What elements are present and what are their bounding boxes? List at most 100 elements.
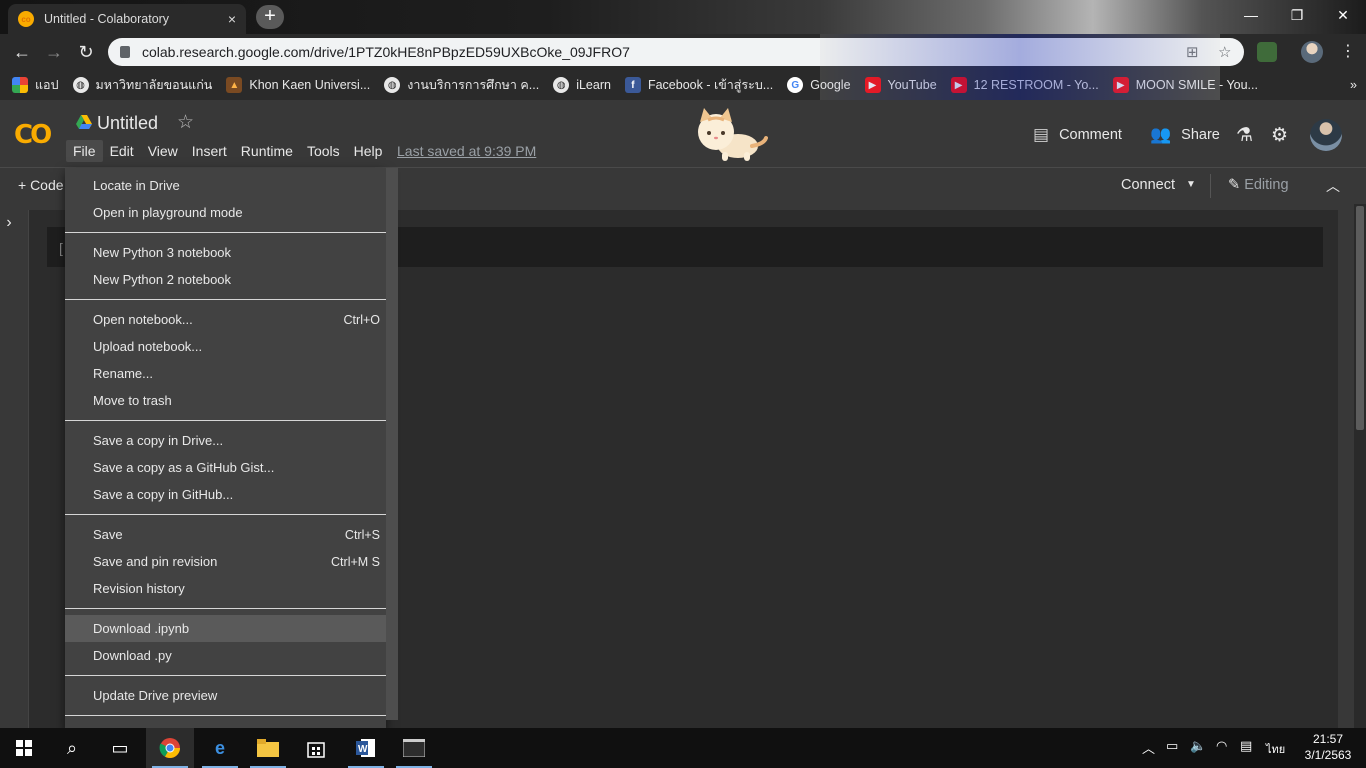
colab-favicon-icon: co bbox=[18, 11, 34, 27]
bookmark-facebook[interactable]: f Facebook - เข้าสู่ระบ... bbox=[624, 75, 774, 95]
menu-item-revision-history[interactable]: Revision history bbox=[65, 575, 386, 602]
show-hidden-icons-icon[interactable]: ︿ bbox=[1142, 738, 1155, 757]
menu-file[interactable]: File bbox=[66, 140, 103, 162]
restore-button[interactable]: ❐ bbox=[1274, 0, 1320, 30]
action-center-icon[interactable]: ▤ bbox=[1240, 738, 1252, 754]
menu-item-move-to-trash[interactable]: Move to trash bbox=[65, 387, 386, 414]
menu-runtime[interactable]: Runtime bbox=[234, 140, 300, 162]
menu-item-download-ipynb[interactable]: Download .ipynb bbox=[65, 615, 386, 642]
menu-item-label: Save a copy in GitHub... bbox=[93, 487, 234, 502]
close-window-button[interactable]: ✕ bbox=[1320, 0, 1366, 30]
back-button[interactable]: ← bbox=[10, 40, 34, 64]
bookmark-moon-smile[interactable]: ▶ MOON SMILE - You... bbox=[1112, 77, 1258, 93]
cat-mascot-image bbox=[698, 108, 768, 161]
file-menu-scrollbar[interactable] bbox=[386, 168, 398, 720]
store-taskbar-icon[interactable] bbox=[292, 728, 340, 768]
colab-header: CO Untitled ☆ File Edit View Insert Runt… bbox=[0, 100, 1366, 168]
browser-tab-strip: co Untitled - Colaboratory × + — ❐ ✕ bbox=[0, 0, 1366, 34]
minimize-button[interactable]: — bbox=[1228, 0, 1274, 30]
bookmark-12-restroom[interactable]: ▶ 12 RESTROOM - Yo... bbox=[950, 77, 1099, 93]
youtube-icon: ▶ bbox=[950, 77, 967, 93]
connect-dropdown-icon[interactable]: ▼ bbox=[1186, 179, 1196, 190]
chrome-menu-icon[interactable]: ⋮ bbox=[1336, 40, 1360, 64]
page-scrollbar-thumb[interactable] bbox=[1356, 206, 1364, 430]
menu-separator bbox=[65, 608, 386, 609]
search-icon[interactable]: ⌕ bbox=[48, 728, 96, 768]
share-button[interactable]: 👥 Share bbox=[1150, 125, 1220, 145]
url-text[interactable]: colab.research.google.com/drive/1PTZ0kHE… bbox=[142, 44, 630, 60]
menu-item-label: Revision history bbox=[93, 581, 185, 596]
editing-mode-button[interactable]: ✎ Editing bbox=[1228, 177, 1289, 193]
menu-help[interactable]: Help bbox=[347, 140, 390, 162]
bookmark-kku-university[interactable]: ▲ Khon Kaen Universi... bbox=[226, 77, 370, 93]
menu-item-locate-in-drive[interactable]: Locate in Drive bbox=[65, 172, 386, 199]
notebook-title[interactable]: Untitled bbox=[97, 113, 158, 134]
connect-button[interactable]: Connect bbox=[1121, 177, 1175, 193]
bookmark-label: 12 RESTROOM - Yo... bbox=[973, 78, 1099, 92]
menu-insert[interactable]: Insert bbox=[185, 140, 234, 162]
menu-item-shortcut: Ctrl+O bbox=[343, 312, 380, 327]
profile-avatar-icon[interactable] bbox=[1301, 41, 1323, 63]
menu-separator bbox=[65, 232, 386, 233]
menu-item-save[interactable]: Save Ctrl+S bbox=[65, 521, 386, 548]
extension-icon[interactable] bbox=[1257, 42, 1277, 62]
star-notebook-icon[interactable]: ☆ bbox=[177, 111, 194, 134]
menu-item-update-drive-preview[interactable]: Update Drive preview bbox=[65, 682, 386, 709]
system-clock[interactable]: 21:57 3/1/2563 bbox=[1300, 731, 1356, 763]
language-indicator[interactable]: ไทย bbox=[1266, 740, 1285, 758]
battery-icon[interactable]: ▭ bbox=[1166, 738, 1178, 754]
chrome-taskbar-icon[interactable] bbox=[146, 728, 194, 768]
menu-item-save-copy-github[interactable]: Save a copy in GitHub... bbox=[65, 481, 386, 508]
word-taskbar-icon[interactable]: W bbox=[342, 728, 390, 768]
menu-item-upload-notebook[interactable]: Upload notebook... bbox=[65, 333, 386, 360]
menu-item-save-pin-revision[interactable]: Save and pin revision Ctrl+M S bbox=[65, 548, 386, 575]
address-bar[interactable]: colab.research.google.com/drive/1PTZ0kHE… bbox=[108, 38, 1244, 66]
add-code-button[interactable]: + Code bbox=[18, 177, 64, 193]
bookmark-apps[interactable]: แอป bbox=[12, 75, 59, 95]
terminal-taskbar-icon[interactable] bbox=[390, 728, 438, 768]
bookmark-label: Facebook - เข้าสู่ระบ... bbox=[647, 78, 774, 92]
menu-item-save-copy-gist[interactable]: Save a copy as a GitHub Gist... bbox=[65, 454, 386, 481]
windows-start-icon[interactable] bbox=[0, 728, 48, 768]
settings-gear-icon[interactable]: ⚙ bbox=[1271, 124, 1288, 147]
browser-tab[interactable]: co Untitled - Colaboratory × bbox=[8, 4, 246, 34]
pencil-icon: ✎ bbox=[1228, 177, 1245, 193]
menu-item-new-python3[interactable]: New Python 3 notebook bbox=[65, 239, 386, 266]
bookmark-google[interactable]: G Google bbox=[787, 77, 851, 93]
task-view-icon[interactable]: ▭ bbox=[96, 728, 144, 768]
account-avatar[interactable] bbox=[1310, 119, 1342, 151]
new-tab-button[interactable]: + bbox=[256, 5, 284, 29]
menu-item-save-copy-drive[interactable]: Save a copy in Drive... bbox=[65, 427, 386, 454]
comment-button[interactable]: ▤ Comment bbox=[1033, 125, 1122, 145]
bookmark-education-service[interactable]: ◍ งานบริการการศึกษา ค... bbox=[384, 75, 539, 95]
menu-edit[interactable]: Edit bbox=[103, 140, 141, 162]
menu-item-new-python2[interactable]: New Python 2 notebook bbox=[65, 266, 386, 293]
wifi-icon[interactable]: ◠ bbox=[1216, 738, 1227, 754]
menu-tools[interactable]: Tools bbox=[300, 140, 347, 162]
bookmark-kku[interactable]: ◍ มหาวิทยาลัยขอนแก่น bbox=[72, 75, 212, 95]
menu-view[interactable]: View bbox=[141, 140, 185, 162]
reload-button[interactable]: ↻ bbox=[74, 40, 98, 64]
menu-item-open-playground[interactable]: Open in playground mode bbox=[65, 199, 386, 226]
bookmark-star-icon[interactable]: ☆ bbox=[1218, 43, 1231, 61]
file-menu-dropdown: Locate in Drive Open in playground mode … bbox=[65, 168, 386, 728]
menu-item-open-notebook[interactable]: Open notebook... Ctrl+O bbox=[65, 306, 386, 333]
menu-item-download-py[interactable]: Download .py bbox=[65, 642, 386, 669]
side-panel-toggle-icon[interactable]: › bbox=[0, 210, 18, 236]
lab-flask-icon[interactable]: ⚗ bbox=[1236, 124, 1253, 147]
colab-logo[interactable]: CO bbox=[14, 120, 52, 150]
translate-icon[interactable]: ⊞ bbox=[1186, 43, 1199, 61]
last-saved-link[interactable]: Last saved at 9:39 PM bbox=[397, 143, 536, 159]
volume-icon[interactable]: 🔈 bbox=[1190, 738, 1206, 754]
bookmark-ilearn[interactable]: ◍ iLearn bbox=[553, 77, 611, 93]
bookmark-youtube[interactable]: ▶ YouTube bbox=[864, 77, 937, 93]
forward-button[interactable]: → bbox=[42, 40, 66, 64]
windows-taskbar: ⌕ ▭ e W ︿ ▭ 🔈 ◠ ▤ ไทย 21:57 3/1/2563 bbox=[0, 728, 1366, 768]
tab-close-icon[interactable]: × bbox=[228, 11, 236, 27]
edge-taskbar-icon[interactable]: e bbox=[196, 728, 244, 768]
menu-item-label: Save a copy in Drive... bbox=[93, 433, 224, 448]
menu-item-rename[interactable]: Rename... bbox=[65, 360, 386, 387]
more-bookmarks-button[interactable]: » bbox=[1350, 78, 1357, 92]
collapse-header-icon[interactable]: ︿ bbox=[1326, 176, 1340, 196]
file-explorer-icon[interactable] bbox=[244, 728, 292, 768]
